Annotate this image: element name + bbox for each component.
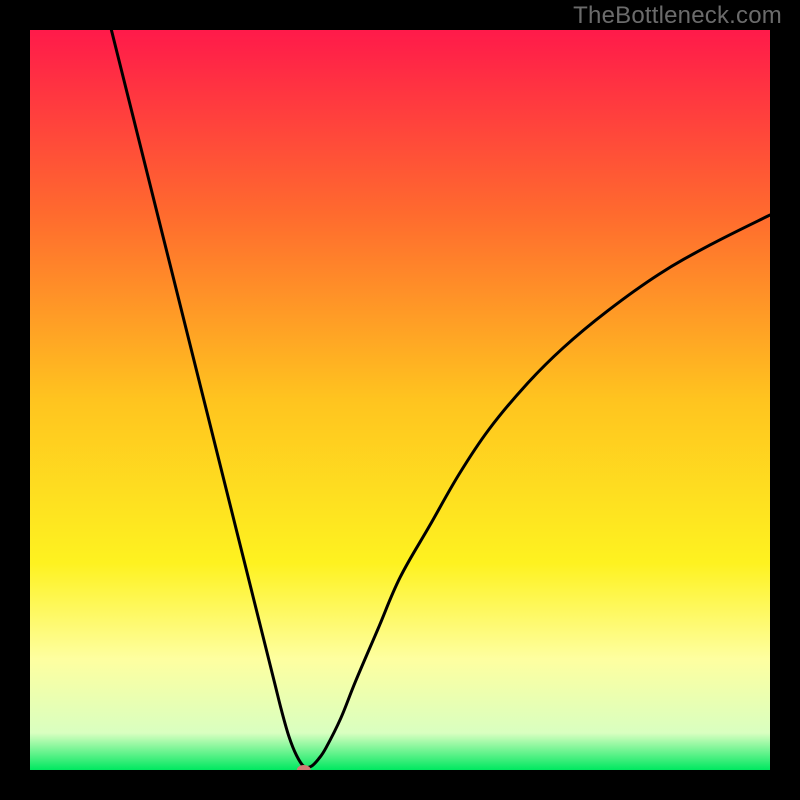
gradient-background bbox=[30, 30, 770, 770]
chart-svg bbox=[30, 30, 770, 770]
plot-area bbox=[30, 30, 770, 770]
chart-frame: TheBottleneck.com bbox=[0, 0, 800, 800]
watermark-text: TheBottleneck.com bbox=[573, 2, 782, 30]
